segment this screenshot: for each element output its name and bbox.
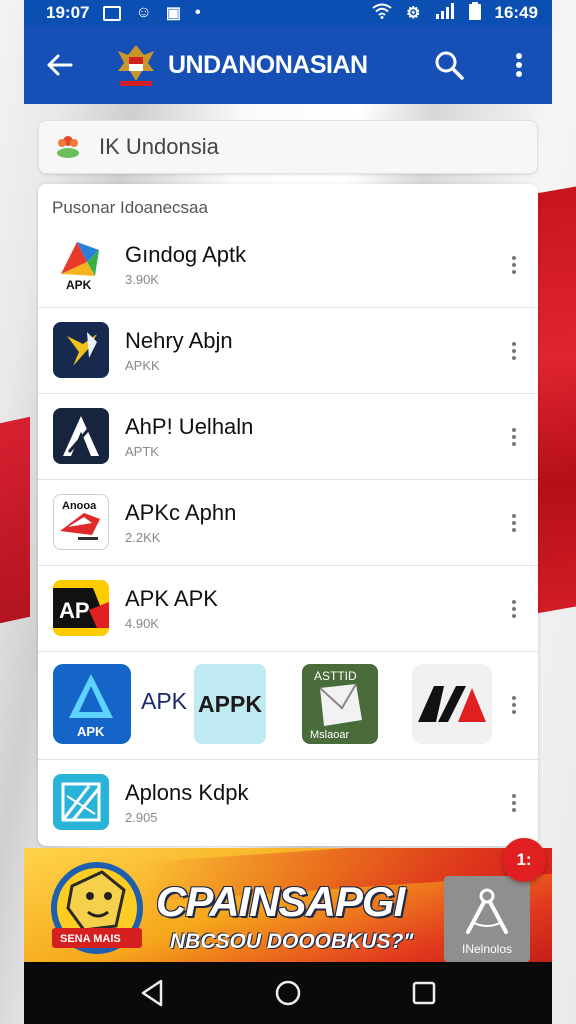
list-item-multi[interactable]: APK APK APPK ASTTID Mslaoar AA <box>38 652 538 760</box>
list-item[interactable]: APK Gındog Aptk 3.90K <box>38 222 538 308</box>
ad-badge[interactable]: 1: <box>502 838 546 882</box>
ad-banner[interactable]: SENA MAIS CPAINSAPGI NBCSOU DOOOBKUS?" I… <box>24 848 552 962</box>
status-time-right: 16:49 <box>494 3 538 22</box>
app-icon <box>53 408 109 464</box>
ad-logo-ribbon: SENA MAIS <box>60 933 121 945</box>
mascot-logo-icon: SENA MAIS <box>42 856 152 960</box>
dot-icon: • <box>194 4 201 21</box>
app-size: 3.90K <box>125 272 159 287</box>
ad-tile-label: INelnolos <box>461 942 513 956</box>
triangle-back-icon <box>141 979 163 1007</box>
app-name: Nehry Abjn <box>125 328 233 353</box>
app-size: APKK <box>125 358 160 373</box>
mslaoar-icon-bottom: Mslaoar <box>310 729 349 741</box>
overflow-menu-button[interactable] <box>504 42 534 88</box>
list-item[interactable]: Nehry Abjn APKK <box>38 308 538 394</box>
signal-icon <box>435 2 455 24</box>
app-size: APTK <box>125 444 159 459</box>
item-menu-button[interactable] <box>504 592 524 626</box>
apk-icon-label: APK <box>77 724 105 739</box>
app-title: UNDANONASIAN <box>168 50 368 79</box>
list-item[interactable]: AP APK APK 4.90K <box>38 566 538 652</box>
app-size: 2.905 <box>125 810 158 825</box>
nav-home-button[interactable] <box>258 968 318 1018</box>
app-icon: AP <box>53 580 109 636</box>
item-menu-button[interactable] <box>504 420 524 454</box>
app-icon-label: Anooa <box>62 500 97 512</box>
vibrate-icon: ⚙ <box>406 5 421 22</box>
mslaoar-icon-top: ASTTID <box>314 669 357 683</box>
more-vertical-icon <box>516 53 522 77</box>
apk-text-label: APK <box>141 688 188 714</box>
app-icon <box>53 322 109 378</box>
app-name: Gındog Aptk <box>125 242 247 267</box>
app-icon: Anooa <box>53 494 109 550</box>
app-icon: APK <box>53 236 109 292</box>
messenger-icon: ☺ <box>135 4 152 21</box>
circle-home-icon <box>275 980 301 1006</box>
app-icon-label: AP <box>59 598 90 623</box>
item-menu-button[interactable] <box>504 786 524 820</box>
app-size: 4.90K <box>125 616 159 631</box>
search-button[interactable] <box>426 42 472 88</box>
nav-recents-button[interactable] <box>394 968 454 1018</box>
item-menu-button[interactable] <box>504 688 524 722</box>
battery-icon <box>468 1 481 25</box>
ad-title: CPAINSAPGI <box>156 878 405 925</box>
list-item[interactable]: Aplons Kdpk 2.905 <box>38 760 538 846</box>
list-item[interactable]: Anooa APKc Aphn 2.2KK <box>38 480 538 566</box>
ad-subtitle: NBCSOU DOOOBKUS?" <box>170 930 414 953</box>
app-icon <box>53 774 109 830</box>
app-name: AhP! Uelhaln <box>125 414 254 439</box>
image-icon: ▣ <box>165 5 181 22</box>
aa-app-icon[interactable]: AA <box>412 664 492 744</box>
search-icon <box>435 51 464 80</box>
compass-icon <box>466 888 508 934</box>
app-icon-label: APK <box>66 278 92 292</box>
item-menu-button[interactable] <box>504 334 524 368</box>
nav-back-button[interactable] <box>122 968 182 1018</box>
list-header: Pusonar Idoanecsaa <box>52 198 208 217</box>
phone-screen: 19:07 ☺ ▣ • ⚙ 16:49 UNDANONASIAN IK Undo… <box>24 0 552 1024</box>
status-bar: 19:07 ☺ ▣ • ⚙ 16:49 <box>24 0 552 26</box>
ad-install-tile[interactable]: INelnolos <box>444 876 530 962</box>
back-button[interactable] <box>24 26 94 104</box>
status-time-left: 19:07 <box>46 3 90 22</box>
item-menu-button[interactable] <box>504 248 524 282</box>
app-name: APKc Aphn <box>125 500 237 525</box>
search-input[interactable]: IK Undonsia <box>38 120 538 174</box>
appk-app-tile[interactable]: APPK <box>194 664 266 744</box>
aa-icon-label: AA <box>462 732 473 741</box>
app-name: APK APK <box>125 586 218 611</box>
arrow-left-icon <box>47 54 73 76</box>
app-size: 2.2KK <box>125 530 161 545</box>
app-name: Aplons Kdpk <box>125 780 249 805</box>
item-menu-button[interactable] <box>504 506 524 540</box>
square-recents-icon <box>412 981 436 1005</box>
search-input-value: IK Undonsia <box>99 134 219 159</box>
mslaoar-app-icon[interactable]: ASTTID Mslaoar <box>302 664 378 744</box>
list-item[interactable]: AhP! Uelhaln APTK <box>38 394 538 480</box>
garuda-emblem-icon <box>114 41 158 89</box>
navigation-bar <box>24 962 552 1024</box>
flower-icon <box>53 131 83 164</box>
app-bar: UNDANONASIAN <box>24 26 552 104</box>
wifi-icon <box>372 3 392 24</box>
apk-app-icon[interactable]: APK <box>53 664 131 744</box>
screenshot-icon <box>103 5 122 21</box>
app-list: Pusonar Idoanecsaa APK Gındog Aptk 3.90K <box>38 184 538 846</box>
